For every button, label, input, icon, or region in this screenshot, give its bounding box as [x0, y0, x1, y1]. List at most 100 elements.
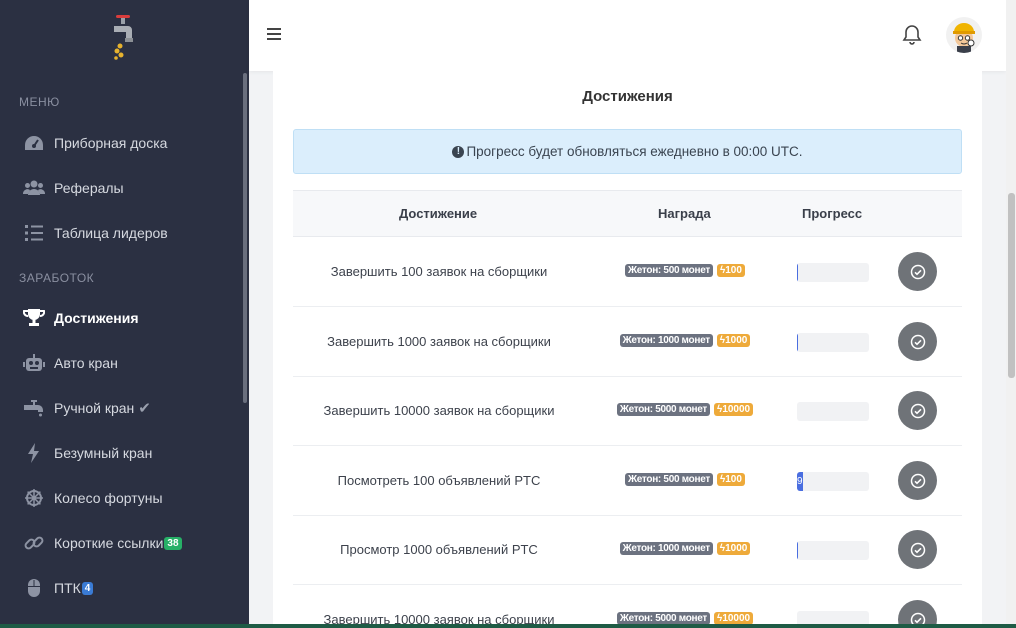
reward-cell: Жетон: 5000 монет ϟ10000 [585, 403, 785, 416]
alert-text: Прогресс будет обновляться ежедневно в 0… [466, 144, 803, 159]
section-menu-label: МЕНЮ [19, 95, 60, 109]
energy-reward-badge: ϟ1000 [716, 542, 751, 555]
reward-cell: Жетон: 500 монет ϟ100 [585, 473, 785, 486]
check-circle-icon [910, 403, 925, 418]
table-row: Завершить 1000 заявок на сборщики Жетон: … [293, 307, 962, 377]
check-circle-icon [910, 264, 925, 279]
progress-fill [797, 333, 799, 352]
token-reward-badge: Жетон: 1000 монет [619, 334, 713, 347]
wheel-icon [22, 487, 46, 509]
table-row: Просмотр 1000 объявлений PTC Жетон: 1000 … [293, 515, 962, 585]
token-reward-badge: Жетон: 1000 монет [619, 542, 713, 555]
sidebar-item-label: ПТК [54, 580, 81, 596]
claim-button[interactable] [898, 252, 937, 291]
token-reward-badge: Жетон: 500 монет [625, 264, 713, 277]
sidebar-item-achievements[interactable]: Достижения [0, 298, 240, 338]
page-title: Достижения [582, 88, 673, 105]
table-row: Завершить 10000 заявок на сборщики Жетон:… [293, 585, 962, 628]
progress-bar: 9 [797, 472, 869, 491]
table-row: Завершить 10000 заявок на сборщики Жетон:… [293, 376, 962, 446]
claim-button[interactable] [898, 391, 937, 430]
sidebar-item-label: Безумный кран [54, 445, 153, 461]
achievement-name: Просмотр 1000 объявлений PTC [340, 542, 538, 557]
bell-icon[interactable] [901, 23, 923, 47]
table-row: Завершить 100 заявок на сборщики Жетон: 5… [293, 237, 962, 307]
sidebar-item-label: Достижения [54, 310, 139, 326]
info-alert: ! Прогресс будет обновляться ежедневно в… [293, 129, 962, 174]
achievement-name: Посмотреть 100 объявлений PTC [337, 473, 541, 488]
bottom-edge-bar [0, 624, 1016, 628]
check-circle-icon [910, 473, 925, 488]
sidebar-item-leaderboard[interactable]: Таблица лидеров [0, 213, 240, 253]
progress-bar [797, 263, 869, 282]
sidebar-item-manual-faucet[interactable]: Ручной кран ✔ [0, 388, 240, 428]
bolt-icon [22, 442, 46, 464]
link-icon [22, 532, 46, 554]
reward-cell: Жетон: 500 монет ϟ100 [585, 264, 785, 277]
energy-value: 10000 [722, 404, 751, 415]
info-icon: ! [452, 145, 465, 158]
progress-bar [797, 402, 869, 421]
sidebar-item-crazy-faucet[interactable]: Безумный кран [0, 433, 240, 473]
achievements-card: Достижения ! Прогресс будет обновляться … [273, 71, 982, 628]
energy-reward-badge: ϟ1000 [716, 334, 751, 347]
claim-button[interactable] [898, 530, 937, 569]
energy-value: 1000 [725, 335, 748, 346]
check-icon: ✔ [138, 400, 151, 417]
faucet-logo-icon[interactable] [108, 14, 138, 60]
table-row: Посмотреть 100 объявлений PTC Жетон: 500 … [293, 446, 962, 516]
sidebar-item-shortlinks[interactable]: Короткие ссылки 38 [0, 523, 240, 563]
sidebar-item-label: Приборная доска [54, 135, 168, 151]
sidebar-item-referrals[interactable]: Рефералы [0, 168, 240, 208]
avatar[interactable] [946, 17, 982, 53]
claim-button[interactable] [898, 322, 937, 361]
claim-button[interactable] [898, 461, 937, 500]
users-icon [22, 177, 46, 199]
sidebar: МЕНЮ Приборная доска Рефералы Таблица ли… [0, 0, 249, 628]
progress-fill [797, 263, 799, 282]
sidebar-item-label: Таблица лидеров [54, 225, 168, 241]
list-icon [22, 222, 46, 244]
token-reward-badge: Жетон: 500 монет [625, 473, 713, 486]
achievement-name: Завершить 10000 заявок на сборщики [323, 403, 555, 418]
dashboard-icon [22, 132, 46, 154]
sidebar-item-label: Короткие ссылки [54, 535, 164, 551]
section-earnings-label: ЗАРАБОТОК [19, 271, 95, 285]
sidebar-item-dashboard[interactable]: Приборная доска [0, 123, 240, 163]
token-reward-badge: Жетон: 5000 монет [616, 403, 711, 416]
progress-fill: 9 [797, 472, 804, 491]
column-header-progress: Прогресс [802, 206, 863, 221]
hamburger-menu-icon[interactable] [266, 25, 284, 43]
ptc-count-badge: 4 [81, 581, 94, 595]
achievement-name: Завершить 1000 заявок на сборщики [327, 334, 551, 349]
check-circle-icon [910, 542, 925, 557]
sidebar-item-ptc[interactable]: ПТК 4 [0, 568, 240, 608]
faucet-icon [22, 397, 46, 419]
column-header-achievement: Достижение [399, 206, 478, 221]
table-header: Достижение Награда Прогресс [293, 190, 962, 237]
column-header-reward: Награда [658, 206, 711, 221]
sidebar-item-auto-faucet[interactable]: Авто кран [0, 343, 240, 383]
mouse-icon [22, 577, 46, 599]
energy-reward-badge: ϟ100 [716, 264, 745, 277]
energy-reward-badge: ϟ100 [716, 473, 745, 486]
topbar [249, 0, 1006, 71]
energy-reward-badge: ϟ10000 [714, 403, 754, 416]
shortlinks-count-badge: 38 [164, 536, 182, 550]
page-scrollbar-thumb[interactable] [1008, 193, 1015, 378]
sidebar-item-label: Ручной кран [54, 400, 135, 416]
achievement-name: Завершить 100 заявок на сборщики [330, 264, 548, 279]
sidebar-scrollbar[interactable] [243, 73, 247, 403]
sidebar-item-fortune-wheel[interactable]: Колесо фортуны [0, 478, 240, 518]
robot-icon [22, 352, 46, 374]
energy-value: 100 [725, 265, 742, 276]
progress-fill [797, 541, 799, 560]
reward-cell: Жетон: 1000 монет ϟ1000 [585, 334, 785, 347]
reward-cell: Жетон: 1000 монет ϟ1000 [585, 542, 785, 555]
sidebar-item-label: Рефералы [54, 180, 124, 196]
sidebar-item-label: Колесо фортуны [54, 490, 163, 506]
trophy-icon [22, 307, 46, 329]
sidebar-item-label: Авто кран [54, 355, 118, 371]
progress-bar [797, 333, 869, 352]
energy-value: 10000 [722, 613, 751, 624]
